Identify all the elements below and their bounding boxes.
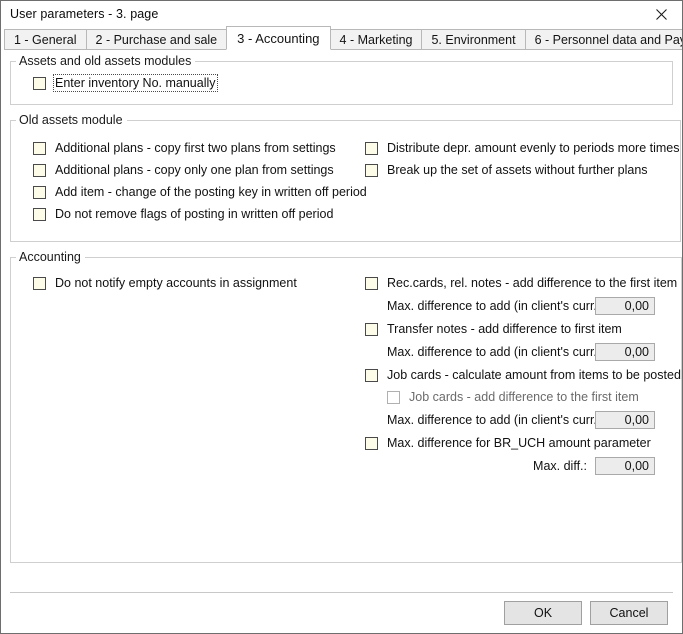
checkbox-row-enter-inventory-no-manually[interactable]: Enter inventory No. manually xyxy=(11,72,672,94)
checkbox-row-rec-cards-rel-notes-add-difference[interactable]: Rec.cards, rel. notes - add difference t… xyxy=(359,272,681,294)
input-max-difference-rec-cards[interactable] xyxy=(595,297,655,315)
checkbox-label-additional-plans-copy-first-two: Additional plans - copy first two plans … xyxy=(55,141,336,155)
field-row-max-difference-rec-cards: Max. difference to add (in client's curr… xyxy=(359,294,681,318)
field-row-max-difference-transfer-notes: Max. difference to add (in client's curr… xyxy=(359,340,681,364)
dialog-content: Assets and old assets modules Enter inve… xyxy=(1,50,682,563)
checkbox-label-max-difference-br-uch: Max. difference for BR_UCH amount parame… xyxy=(387,436,651,450)
group-assets-legend: Assets and old assets modules xyxy=(19,54,192,68)
checkbox-additional-plans-copy-first-two[interactable] xyxy=(33,141,46,155)
window-title: User parameters - 3. page xyxy=(10,7,159,21)
checkbox-label-add-item-change-posting-key: Add item - change of the posting key in … xyxy=(55,185,367,199)
checkbox-job-cards-add-difference xyxy=(387,390,400,404)
checkbox-row-max-difference-br-uch[interactable]: Max. difference for BR_UCH amount parame… xyxy=(359,432,681,454)
checkbox-label-additional-plans-copy-one-plan: Additional plans - copy only one plan fr… xyxy=(55,163,334,177)
tab-bar: 1 - General 2 - Purchase and sale 3 - Ac… xyxy=(1,26,682,50)
checkbox-label-rec-cards-rel-notes-add-difference: Rec.cards, rel. notes - add difference t… xyxy=(387,276,678,290)
close-icon[interactable] xyxy=(640,1,682,27)
input-max-difference-transfer-notes[interactable] xyxy=(595,343,655,361)
checkbox-enter-inventory-no-manually[interactable] xyxy=(33,76,46,90)
checkbox-max-difference-br-uch[interactable] xyxy=(365,436,378,450)
checkbox-row-transfer-notes-add-difference[interactable]: Transfer notes - add difference to first… xyxy=(359,318,681,340)
input-max-difference-job-cards[interactable] xyxy=(595,411,655,429)
old-assets-left-column: Additional plans - copy first two plans … xyxy=(11,137,367,225)
tab-accounting[interactable]: 3 - Accounting xyxy=(226,26,331,50)
accounting-left-column: Do not notify empty accounts in assignme… xyxy=(11,272,359,478)
checkbox-row-do-not-notify-empty-accounts[interactable]: Do not notify empty accounts in assignme… xyxy=(11,272,359,294)
checkbox-label-enter-inventory-no-manually: Enter inventory No. manually xyxy=(53,74,218,92)
label-max-difference-job-cards: Max. difference to add (in client's curr… xyxy=(387,413,605,427)
user-parameters-dialog: User parameters - 3. page 1 - General 2 … xyxy=(0,0,683,634)
cancel-button[interactable]: Cancel xyxy=(590,601,668,625)
tab-personnel-data-and-payroll[interactable]: 6 - Personnel data and Payroll xyxy=(524,29,682,50)
tab-general[interactable]: 1 - General xyxy=(4,29,87,50)
checkbox-row-break-up-set-of-assets[interactable]: Break up the set of assets without furth… xyxy=(359,159,680,181)
checkbox-label-job-cards-calculate-amount: Job cards - calculate amount from items … xyxy=(387,368,681,382)
tab-marketing[interactable]: 4 - Marketing xyxy=(329,29,423,50)
checkbox-add-item-change-posting-key[interactable] xyxy=(33,185,46,199)
checkbox-row-add-item-change-posting-key[interactable]: Add item - change of the posting key in … xyxy=(11,181,367,203)
input-max-diff[interactable] xyxy=(595,457,655,475)
checkbox-row-additional-plans-copy-first-two[interactable]: Additional plans - copy first two plans … xyxy=(11,137,359,159)
group-old-assets-legend: Old assets module xyxy=(19,113,123,127)
button-bar: OK Cancel xyxy=(1,593,682,633)
old-assets-right-column: Distribute depr. amount evenly to period… xyxy=(359,137,680,225)
checkbox-transfer-notes-add-difference[interactable] xyxy=(365,322,378,336)
checkbox-job-cards-calculate-amount[interactable] xyxy=(365,368,378,382)
checkbox-label-do-not-notify-empty-accounts: Do not notify empty accounts in assignme… xyxy=(55,276,297,290)
checkbox-distribute-depr-amount-evenly[interactable] xyxy=(365,141,378,155)
group-old-assets-module: Old assets module Additional plans - cop… xyxy=(10,113,681,242)
group-accounting: Accounting Do not notify empty accounts … xyxy=(10,250,682,563)
checkbox-label-transfer-notes-add-difference: Transfer notes - add difference to first… xyxy=(387,322,622,336)
checkbox-rec-cards-rel-notes-add-difference[interactable] xyxy=(365,276,378,290)
accounting-right-column: Rec.cards, rel. notes - add difference t… xyxy=(359,272,681,478)
checkbox-break-up-set-of-assets[interactable] xyxy=(365,163,378,177)
checkbox-label-do-not-remove-flags-of-posting: Do not remove flags of posting in writte… xyxy=(55,207,334,221)
group-assets-and-old-assets-modules: Assets and old assets modules Enter inve… xyxy=(10,54,673,105)
checkbox-label-distribute-depr-amount-evenly: Distribute depr. amount evenly to period… xyxy=(387,141,680,155)
checkbox-do-not-remove-flags-of-posting[interactable] xyxy=(33,207,46,221)
checkbox-row-additional-plans-copy-one-plan[interactable]: Additional plans - copy only one plan fr… xyxy=(11,159,359,181)
field-row-max-diff: Max. diff.: xyxy=(359,454,681,478)
label-max-diff: Max. diff.: xyxy=(533,459,587,473)
field-row-max-difference-job-cards: Max. difference to add (in client's curr… xyxy=(359,408,681,432)
ok-button[interactable]: OK xyxy=(504,601,582,625)
checkbox-do-not-notify-empty-accounts[interactable] xyxy=(33,276,46,290)
checkbox-row-distribute-depr-amount-evenly[interactable]: Distribute depr. amount evenly to period… xyxy=(359,137,680,159)
tab-purchase-and-sale[interactable]: 2 - Purchase and sale xyxy=(85,29,228,50)
checkbox-additional-plans-copy-one-plan[interactable] xyxy=(33,163,46,177)
checkbox-label-job-cards-add-difference: Job cards - add difference to the first … xyxy=(409,390,639,404)
checkbox-row-do-not-remove-flags-of-posting[interactable]: Do not remove flags of posting in writte… xyxy=(11,203,359,225)
label-max-difference-transfer-notes: Max. difference to add (in client's curr… xyxy=(387,345,605,359)
label-max-difference-rec-cards: Max. difference to add (in client's curr… xyxy=(387,299,605,313)
checkbox-row-job-cards-add-difference: Job cards - add difference to the first … xyxy=(359,386,681,408)
checkbox-row-job-cards-calculate-amount[interactable]: Job cards - calculate amount from items … xyxy=(359,364,681,386)
group-accounting-legend: Accounting xyxy=(19,250,81,264)
checkbox-label-break-up-set-of-assets: Break up the set of assets without furth… xyxy=(387,163,648,177)
title-bar: User parameters - 3. page xyxy=(1,1,682,27)
tab-environment[interactable]: 5. Environment xyxy=(421,29,526,50)
